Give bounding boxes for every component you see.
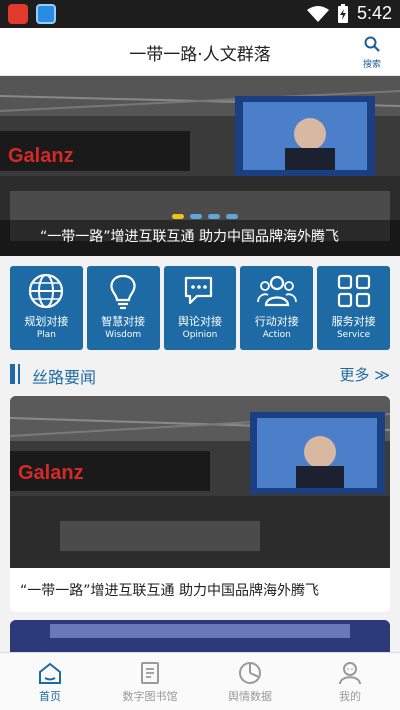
- tile-sublabel: Plan: [36, 330, 56, 340]
- banner-brand-sign: Galanz: [8, 145, 74, 167]
- more-link[interactable]: 更多 ≫: [340, 364, 390, 385]
- tile-label: 行动对接: [254, 315, 299, 328]
- lightbulb-icon: [110, 274, 136, 310]
- news-card[interactable]: Galanz “一带一路”增进互联互通 助力中国品牌海外腾飞: [10, 396, 390, 612]
- tab-label: 数字图书馆: [122, 690, 178, 703]
- banner-carousel[interactable]: Galanz “一带一路”增进互联互通 助力中国品牌海外腾飞: [0, 76, 400, 256]
- carousel-indicator: [172, 214, 238, 219]
- news-title: “一带一路”增进互联互通 助力中国品牌海外腾飞: [20, 583, 319, 599]
- section-title: 丝路要闻: [32, 368, 97, 387]
- tab-label: 舆情数据: [228, 690, 272, 703]
- tile-sublabel: Action: [262, 330, 291, 340]
- tile-sublabel: Opinion: [182, 330, 218, 340]
- app-header: 一带一路·人文群落 搜索: [0, 28, 400, 76]
- search-label: 搜索: [362, 60, 381, 70]
- book-icon: [141, 662, 159, 684]
- carousel-dot[interactable]: [172, 214, 184, 219]
- page-title: 一带一路·人文群落: [129, 45, 271, 65]
- search-icon: [364, 36, 380, 52]
- section-header: 丝路要闻 更多 ≫: [10, 362, 390, 387]
- tab-library[interactable]: 数字图书馆: [100, 653, 200, 710]
- home-icon: [39, 662, 61, 684]
- carousel-dot[interactable]: [208, 214, 220, 219]
- tile-opinion[interactable]: 舆论对接 Opinion: [163, 266, 237, 350]
- clock: 5:42: [356, 3, 392, 23]
- search-button[interactable]: 搜索: [358, 36, 386, 70]
- user-icon: [339, 662, 361, 685]
- pie-chart-icon: [239, 662, 261, 684]
- globe-icon: [29, 273, 64, 309]
- notification-app-icon: [36, 4, 56, 24]
- status-bar: 5:42: [0, 0, 400, 28]
- tab-profile[interactable]: 我的: [300, 653, 400, 710]
- tile-plan[interactable]: 规划对接 Plan: [10, 266, 83, 350]
- carousel-dot[interactable]: [190, 214, 202, 219]
- tile-label: 智慧对接: [101, 315, 146, 328]
- tile-wisdom[interactable]: 智慧对接 Wisdom: [86, 266, 160, 350]
- tile-label: 服务对接: [331, 315, 376, 328]
- chat-bubbles-icon: [184, 276, 213, 305]
- wifi-icon: [306, 5, 329, 22]
- battery-icon: [337, 3, 348, 23]
- bottom-tab-bar: 首页 数字图书馆 舆情数据 我的: [0, 652, 400, 710]
- tile-label: 舆论对接: [177, 315, 222, 328]
- tab-label: 首页: [39, 690, 61, 703]
- people-icon: [256, 275, 297, 307]
- grid-icon: [337, 274, 370, 308]
- notification-app-icon: [8, 4, 28, 24]
- tile-sublabel: Service: [336, 330, 371, 340]
- tab-home[interactable]: 首页: [0, 653, 100, 710]
- tile-sublabel: Wisdom: [105, 330, 142, 340]
- tile-label: 规划对接: [24, 315, 69, 328]
- banner-caption[interactable]: “一带一路”增进互联互通 助力中国品牌海外腾飞: [40, 226, 390, 246]
- section-accent-bar: [10, 364, 15, 384]
- tile-action[interactable]: 行动对接 Action: [240, 266, 314, 350]
- carousel-dot[interactable]: [226, 214, 238, 219]
- tab-label: 我的: [339, 690, 361, 703]
- category-grid: 规划对接 Plan 智慧对接 Wisdom 舆论对接 Opinion 行动对接 …: [10, 266, 390, 350]
- section-accent-bar: [18, 364, 20, 384]
- tile-service[interactable]: 服务对接 Service: [317, 266, 390, 350]
- thumbnail-brand-sign: Galanz: [18, 462, 84, 484]
- tab-sentiment-data[interactable]: 舆情数据: [200, 653, 300, 710]
